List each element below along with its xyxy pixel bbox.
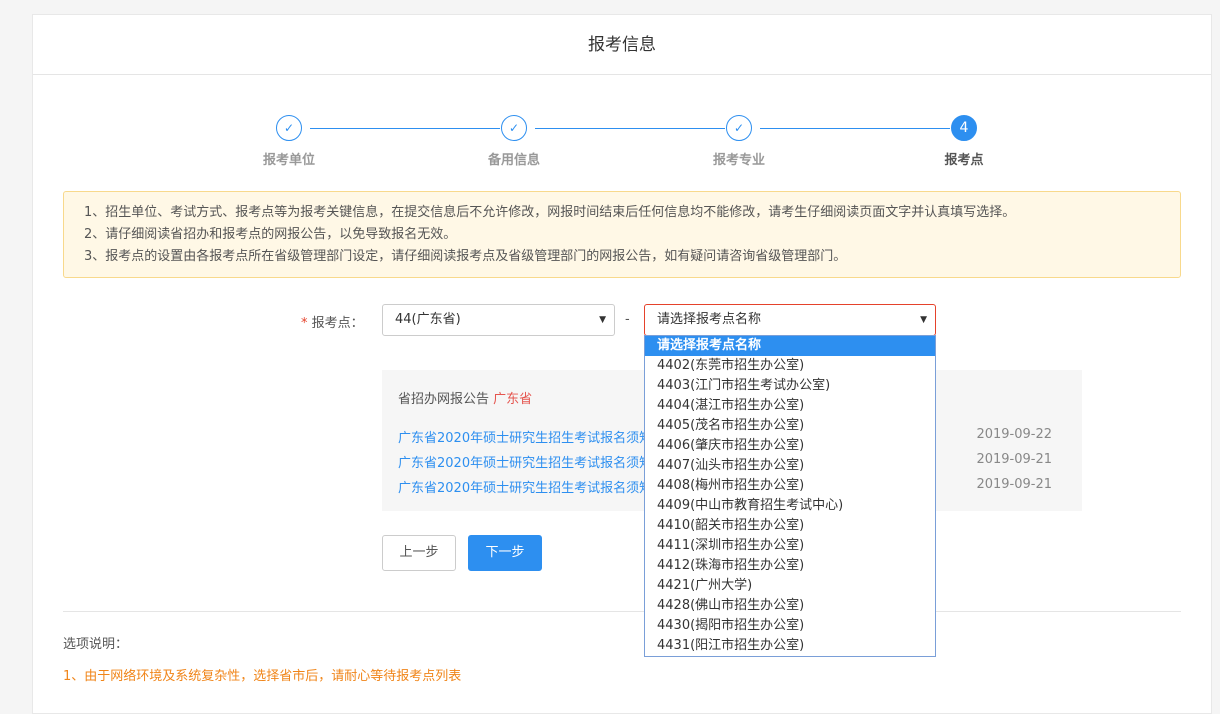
step-4: 4报考点 xyxy=(914,115,1014,168)
site-label: * 报考点： xyxy=(301,312,364,331)
announcement-date: 2019-09-21 xyxy=(976,452,1052,467)
dropdown-option[interactable]: 4405(茂名市招生办公室) xyxy=(645,416,935,436)
check-icon: ✓ xyxy=(726,115,752,141)
step-3: ✓报考专业 xyxy=(689,115,789,168)
dropdown-option[interactable]: 4402(东莞市招生办公室) xyxy=(645,356,935,376)
notice-box: 1、招生单位、考试方式、报考点等为报考关键信息，在提交信息后不允许修改，网报时间… xyxy=(63,191,1181,278)
province-name: 广东省 xyxy=(493,392,532,407)
site-select[interactable]: 请选择报考点名称 ▼ xyxy=(644,304,936,336)
dropdown-option[interactable]: 4421(广州大学) xyxy=(645,576,935,596)
next-button[interactable]: 下一步 xyxy=(468,535,542,571)
notice-line: 3、报考点的设置由各报考点所在省级管理部门设定，请仔细阅读报考点及省级管理部门的… xyxy=(84,246,1160,268)
label-text: 报考点： xyxy=(312,316,364,331)
divider xyxy=(63,611,1181,612)
notice-line: 2、请仔细阅读省招办和报考点的网报公告，以免导致报名无效。 xyxy=(84,224,1160,246)
site-value: 请选择报考点名称 xyxy=(657,312,761,327)
caret-down-icon: ▼ xyxy=(599,305,606,335)
prev-button[interactable]: 上一步 xyxy=(382,535,456,571)
separator: - xyxy=(625,312,630,327)
dropdown-option[interactable]: 4409(中山市教育招生考试中心) xyxy=(645,496,935,516)
announcement-date: 2019-09-21 xyxy=(976,477,1052,492)
province-select[interactable]: 44(广东省) ▼ xyxy=(382,304,615,336)
notice-line: 1、招生单位、考试方式、报考点等为报考关键信息，在提交信息后不允许修改，网报时间… xyxy=(84,202,1160,224)
dropdown-option[interactable]: 4410(韶关市招生办公室) xyxy=(645,516,935,536)
required-mark: * xyxy=(301,316,308,331)
announcement-link[interactable]: 广东省2020年硕士研究生招生考试报名须知 xyxy=(398,431,652,446)
announcement-date: 2019-09-22 xyxy=(976,427,1052,442)
province-value: 44(广东省) xyxy=(395,312,461,327)
dropdown-option[interactable]: 4407(汕头市招生办公室) xyxy=(645,456,935,476)
page-title: 报考信息 xyxy=(33,15,1211,75)
dropdown-option[interactable]: 4403(江门市招生考试办公室) xyxy=(645,376,935,396)
dropdown-option[interactable]: 4430(揭阳市招生办公室) xyxy=(645,616,935,636)
dropdown-option[interactable]: 4411(深圳市招生办公室) xyxy=(645,536,935,556)
dropdown-option[interactable]: 4412(珠海市招生办公室) xyxy=(645,556,935,576)
dropdown-option[interactable]: 4404(湛江市招生办公室) xyxy=(645,396,935,416)
dropdown-option[interactable]: 4408(梅州市招生办公室) xyxy=(645,476,935,496)
check-icon: ✓ xyxy=(501,115,527,141)
explain-title: 选项说明： xyxy=(63,633,128,652)
announcement-link[interactable]: 广东省2020年硕士研究生招生考试报名须知 xyxy=(398,481,652,496)
registration-panel: 报考信息 ✓报考单位 ✓备用信息 ✓报考专业 4报考点 1、招生单位、考试方式、… xyxy=(32,14,1212,714)
dropdown-option[interactable]: 请选择报考点名称 xyxy=(645,336,935,356)
dropdown-option[interactable]: 4428(佛山市招生办公室) xyxy=(645,596,935,616)
check-icon: ✓ xyxy=(276,115,302,141)
site-dropdown-list[interactable]: 请选择报考点名称4402(东莞市招生办公室)4403(江门市招生考试办公室)44… xyxy=(644,335,936,657)
step-number: 4 xyxy=(951,115,977,141)
caret-down-icon: ▼ xyxy=(920,305,927,335)
heading-text: 省招办网报公告 xyxy=(398,392,489,407)
step-1: ✓报考单位 xyxy=(239,115,339,168)
dropdown-option[interactable]: 4406(肇庆市招生办公室) xyxy=(645,436,935,456)
step-2: ✓备用信息 xyxy=(464,115,564,168)
dropdown-option[interactable]: 4431(阳江市招生办公室) xyxy=(645,636,935,656)
announcement-link[interactable]: 广东省2020年硕士研究生招生考试报名须知 xyxy=(398,456,652,471)
